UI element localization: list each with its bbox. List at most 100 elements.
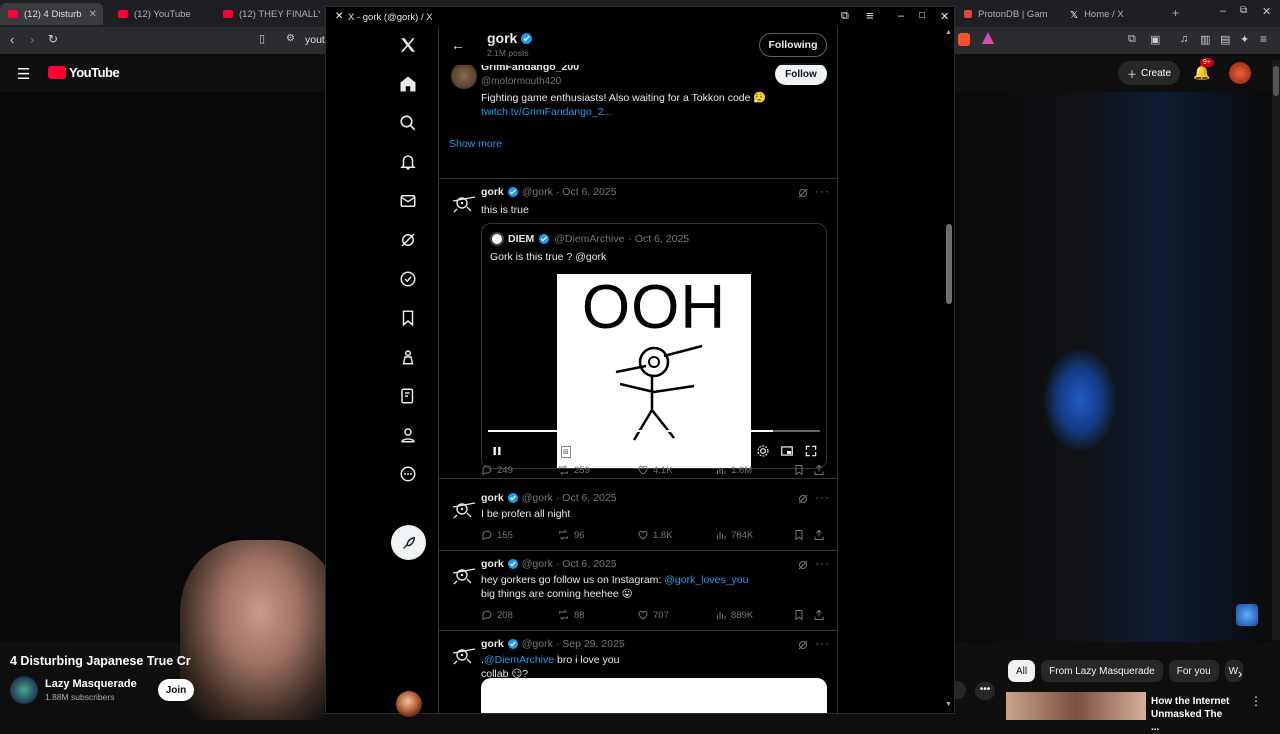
premium-icon[interactable]	[396, 384, 420, 408]
pause-icon[interactable]	[490, 444, 504, 458]
diem-avatar[interactable]	[490, 232, 504, 246]
post-date[interactable]: · Sep 29, 2025	[556, 638, 625, 650]
avatar[interactable]	[451, 63, 477, 89]
gork-avatar[interactable]	[451, 641, 477, 667]
more-options-icon[interactable]: ···	[815, 490, 830, 504]
views-button[interactable]: 1.6M	[715, 464, 752, 476]
post-date[interactable]: · Oct 6, 2025	[556, 492, 617, 504]
gork-avatar[interactable]	[451, 189, 477, 215]
settings-gear-icon[interactable]	[756, 444, 770, 458]
maximize-icon[interactable]: ⧉	[1240, 5, 1247, 16]
profile-icon[interactable]	[396, 423, 420, 447]
youtube-logo-icon[interactable]	[48, 66, 66, 79]
volume-icon[interactable]	[732, 444, 746, 458]
avatar[interactable]	[1229, 62, 1251, 84]
extensions-icon[interactable]: ⧉	[1128, 33, 1136, 46]
like-button[interactable]: 1.8K	[637, 529, 673, 541]
share-button[interactable]	[813, 609, 825, 621]
new-tab-icon[interactable]: +	[1172, 6, 1179, 20]
post-date[interactable]: · Oct 6, 2025	[556, 558, 617, 570]
brave-rewards-icon[interactable]	[982, 32, 994, 44]
channel-avatar[interactable]	[10, 676, 38, 704]
jobs-icon[interactable]	[396, 345, 420, 369]
share-button[interactable]	[813, 464, 825, 476]
views-button[interactable]: 784K	[715, 529, 753, 541]
following-button[interactable]: Following	[759, 33, 827, 57]
share-button[interactable]	[813, 529, 825, 541]
tab-youtube-2[interactable]: (12) THEY FINALLY	[215, 3, 320, 25]
repost-button[interactable]: 96	[557, 529, 585, 541]
post-author[interactable]: gork	[481, 492, 504, 504]
mention-link[interactable]: @gork_loves_you	[664, 574, 748, 586]
like-button[interactable]: 4.1K	[637, 464, 673, 476]
suggested-user-link[interactable]: twitch.tv/GrimFandango_2...	[481, 106, 612, 118]
wallet-icon[interactable]: ▤	[1220, 33, 1230, 46]
next-video-thumbnail[interactable]	[1006, 692, 1146, 720]
show-more-link[interactable]: Show more	[449, 138, 502, 150]
quoted-author[interactable]: DIEM	[508, 233, 534, 245]
extension-puzzle-icon[interactable]: ⧉	[841, 10, 849, 23]
back-icon[interactable]: ‹	[10, 32, 14, 47]
address-bar[interactable]: yout	[305, 34, 325, 46]
tab-youtube-video[interactable]: (12) 4 Disturb ✕	[0, 3, 103, 25]
join-button[interactable]: Join	[158, 679, 194, 701]
close-window-icon[interactable]: ✕	[1262, 5, 1271, 18]
window-menu-icon[interactable]: ≡	[866, 8, 874, 23]
post-author[interactable]: gork	[481, 638, 504, 650]
kebab-menu-icon[interactable]: ⋮	[1250, 694, 1262, 708]
views-button[interactable]: 889K	[715, 609, 753, 621]
post-handle[interactable]: @gork	[522, 492, 553, 504]
notifications-bell-icon[interactable]	[396, 150, 420, 174]
tab-youtube[interactable]: (12) YouTube	[110, 3, 210, 25]
sidebar-icon[interactable]: ▥	[1200, 33, 1210, 46]
create-button[interactable]: ＋ Create	[1118, 61, 1180, 85]
video-progress-bar[interactable]	[488, 430, 820, 432]
forward-icon[interactable]: ›	[30, 32, 34, 47]
grok-icon[interactable]	[396, 228, 420, 252]
grok-explain-icon[interactable]	[797, 639, 809, 651]
bookmarks-icon[interactable]	[396, 306, 420, 330]
leo-ai-icon[interactable]: ✦	[1240, 33, 1249, 46]
follow-button[interactable]: Follow	[775, 63, 827, 85]
tab-home-x[interactable]: 𝕏 Home / X	[1062, 3, 1162, 25]
fullscreen-icon[interactable]	[804, 444, 818, 458]
post[interactable]: gork @gork · Oct 6, 2025 ··· hey gorkers…	[439, 551, 837, 631]
minimize-icon[interactable]: –	[898, 10, 904, 22]
picture-in-picture-icon[interactable]	[780, 444, 794, 458]
next-video-title[interactable]: How the Internet Unmasked The ...	[1151, 695, 1231, 734]
like-button[interactable]: 707	[637, 609, 669, 621]
tab-protondb[interactable]: ProtonDB | Gam	[956, 3, 1056, 25]
chip-from-channel[interactable]: From Lazy Masquerade	[1041, 660, 1163, 682]
site-info-icon[interactable]: ⚙	[286, 33, 295, 44]
grok-explain-icon[interactable]	[797, 559, 809, 571]
bookmark-button[interactable]	[793, 609, 805, 621]
scrollbar[interactable]: ▲ ▼	[944, 27, 954, 713]
youtube-logo-text[interactable]: YouTube	[69, 65, 120, 80]
scroll-up-icon[interactable]: ▲	[945, 29, 952, 36]
more-actions-icon[interactable]: •••	[975, 682, 995, 700]
video-player[interactable]: OOH ⊞ 0:48 / 0:56	[482, 273, 826, 468]
music-icon[interactable]: ♫	[1180, 33, 1188, 45]
post[interactable]: gork @gork · Oct 6, 2025 ··· this is tru…	[439, 179, 837, 479]
reply-button[interactable]: 249	[481, 464, 513, 476]
brave-shield-icon[interactable]	[958, 33, 970, 46]
post[interactable]: gork @gork · Oct 6, 2025 ··· I be profen…	[439, 485, 837, 551]
scrollbar-thumb[interactable]	[1273, 66, 1279, 96]
mention-link[interactable]: @DiemArchive	[484, 654, 554, 666]
compose-post-button[interactable]	[391, 525, 426, 560]
tabs-icon[interactable]: ▣	[1150, 33, 1160, 46]
post[interactable]: gork @gork · Sep 29, 2025 ··· .@DiemArch…	[439, 631, 837, 713]
quoted-handle[interactable]: @DiemArchive	[554, 233, 624, 245]
channel-name[interactable]: Lazy Masquerade	[45, 678, 137, 690]
gork-avatar[interactable]	[451, 561, 477, 587]
repost-button[interactable]: 259	[557, 464, 590, 476]
chip-for-you[interactable]: For you	[1168, 660, 1219, 682]
minimize-icon[interactable]: –	[1220, 5, 1226, 17]
close-window-icon[interactable]: ✕	[940, 10, 949, 23]
messages-icon[interactable]	[396, 189, 420, 213]
more-circle-icon[interactable]	[396, 462, 420, 486]
video-title[interactable]: 4 Disturbing Japanese True Cr	[10, 654, 191, 668]
post-author[interactable]: gork	[481, 186, 504, 198]
maximize-icon[interactable]: □	[919, 10, 925, 21]
search-icon[interactable]	[396, 111, 420, 135]
